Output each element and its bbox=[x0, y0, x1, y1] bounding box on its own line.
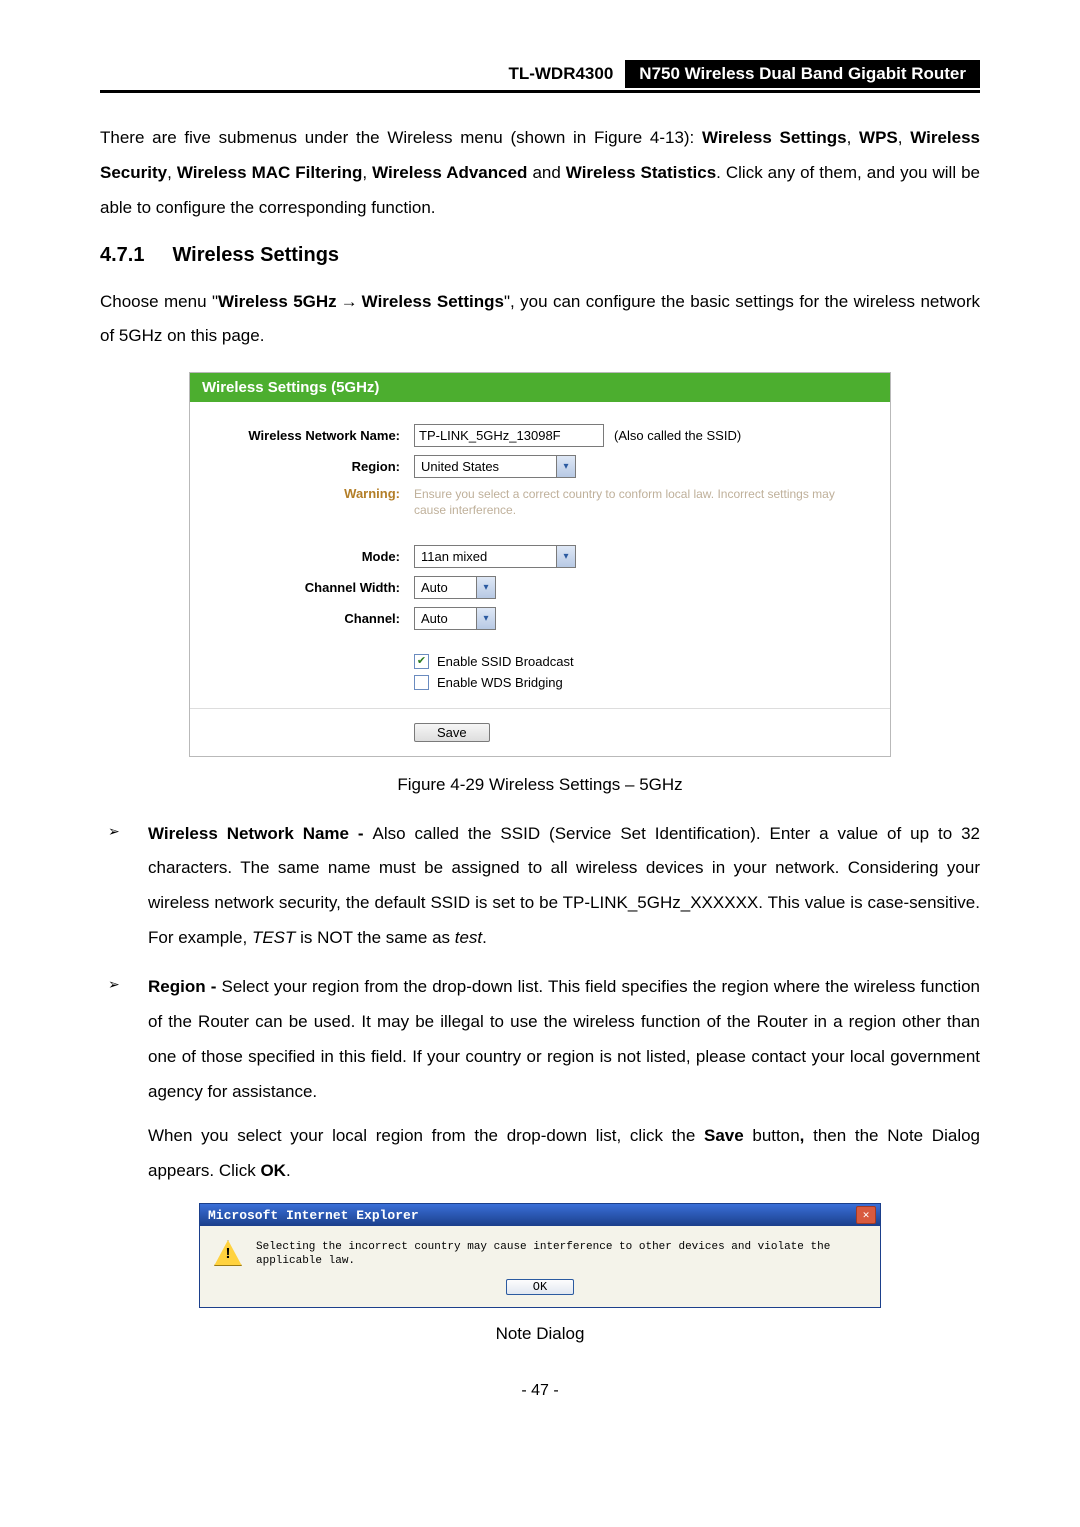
ssid-broadcast-label: Enable SSID Broadcast bbox=[437, 654, 574, 669]
arrow-icon: → bbox=[337, 292, 362, 311]
chevron-down-icon: ▾ bbox=[476, 577, 495, 598]
intro-bold-statistics: Wireless Statistics bbox=[566, 163, 716, 182]
intro-bold-advanced: Wireless Advanced bbox=[372, 163, 527, 182]
warning-text: Ensure you select a correct country to c… bbox=[414, 486, 870, 518]
choose-b1: Wireless 5GHz bbox=[218, 292, 337, 311]
panel-title: Wireless Settings (5GHz) bbox=[190, 373, 890, 402]
mode-select-value: 11an mixed bbox=[415, 549, 556, 564]
label-warning: Warning: bbox=[210, 486, 414, 501]
intro-bold-wireless-settings: Wireless Settings bbox=[702, 128, 847, 147]
section-number: 4.7.1 bbox=[100, 244, 144, 267]
bullet2-sub-b: button bbox=[744, 1126, 800, 1145]
region-select[interactable]: United States ▾ bbox=[414, 455, 576, 478]
section-title: Wireless Settings bbox=[172, 244, 339, 266]
page-number: - 47 - bbox=[100, 1382, 980, 1400]
page-header: TL-WDR4300 N750 Wireless Dual Band Gigab… bbox=[100, 60, 980, 93]
save-button[interactable]: Save bbox=[414, 723, 490, 742]
intro-sep: , bbox=[167, 163, 177, 182]
bullet2-text: Select your region from the drop-down li… bbox=[148, 977, 980, 1101]
ssid-broadcast-checkbox[interactable]: ✔ bbox=[414, 654, 429, 669]
bullet2-sub-save: Save bbox=[704, 1126, 744, 1145]
panel-divider bbox=[190, 708, 890, 709]
network-name-input[interactable] bbox=[414, 424, 604, 447]
choose-menu-paragraph: Choose menu "Wireless 5GHz→Wireless Sett… bbox=[100, 285, 980, 355]
intro-text: There are five submenus under the Wirele… bbox=[100, 128, 702, 147]
bullet1-text-c: . bbox=[482, 928, 487, 947]
bullet1-title: Wireless Network Name - bbox=[148, 824, 373, 843]
section-heading: 4.7.1 Wireless Settings bbox=[100, 244, 980, 267]
label-region: Region: bbox=[210, 459, 414, 474]
bullet2-sub-paragraph: When you select your local region from t… bbox=[148, 1119, 980, 1189]
label-channel-width: Channel Width: bbox=[210, 580, 414, 595]
figure-caption: Figure 4-29 Wireless Settings – 5GHz bbox=[100, 775, 980, 795]
bullet-region: Region - Select your region from the dro… bbox=[100, 970, 980, 1189]
label-channel: Channel: bbox=[210, 611, 414, 626]
bullet2-title: Region - bbox=[148, 977, 221, 996]
intro-paragraph: There are five submenus under the Wirele… bbox=[100, 121, 980, 226]
intro-bold-wps: WPS bbox=[859, 128, 898, 147]
channel-select[interactable]: Auto ▾ bbox=[414, 607, 496, 630]
mode-select[interactable]: 11an mixed ▾ bbox=[414, 545, 576, 568]
bullet2-sub-ok: OK bbox=[260, 1161, 286, 1180]
dialog-ok-button[interactable]: OK bbox=[506, 1279, 574, 1295]
chevron-down-icon: ▾ bbox=[476, 608, 495, 629]
bullet1-italic-test-upper: TEST bbox=[252, 928, 295, 947]
header-model: TL-WDR4300 bbox=[496, 60, 625, 88]
intro-sep: and bbox=[527, 163, 565, 182]
bullet-wireless-network-name: Wireless Network Name - Also called the … bbox=[100, 817, 980, 956]
wireless-settings-panel: Wireless Settings (5GHz) Wireless Networ… bbox=[189, 372, 891, 756]
header-product: N750 Wireless Dual Band Gigabit Router bbox=[625, 60, 980, 88]
choose-a: Choose menu " bbox=[100, 292, 218, 311]
close-icon[interactable]: ✕ bbox=[856, 1206, 876, 1224]
channel-value: Auto bbox=[415, 611, 476, 626]
intro-bold-mac: Wireless MAC Filtering bbox=[177, 163, 363, 182]
dialog-title: Microsoft Internet Explorer bbox=[208, 1208, 419, 1223]
channel-width-value: Auto bbox=[415, 580, 476, 595]
wds-bridging-checkbox[interactable] bbox=[414, 675, 429, 690]
choose-b2: Wireless Settings bbox=[362, 292, 504, 311]
bullet2-sub-a: When you select your local region from t… bbox=[148, 1126, 704, 1145]
intro-sep: , bbox=[362, 163, 372, 182]
bullet1-text-b: is NOT the same as bbox=[295, 928, 454, 947]
channel-width-select[interactable]: Auto ▾ bbox=[414, 576, 496, 599]
ssid-note: (Also called the SSID) bbox=[614, 428, 741, 443]
label-mode: Mode: bbox=[210, 549, 414, 564]
label-network-name: Wireless Network Name: bbox=[210, 428, 414, 443]
note-dialog-caption: Note Dialog bbox=[100, 1324, 980, 1344]
chevron-down-icon: ▾ bbox=[556, 456, 575, 477]
intro-sep: , bbox=[898, 128, 910, 147]
wds-bridging-label: Enable WDS Bridging bbox=[437, 675, 563, 690]
ie-dialog: Microsoft Internet Explorer ✕ ! Selectin… bbox=[199, 1203, 881, 1308]
warning-icon: ! bbox=[214, 1240, 242, 1266]
dialog-message: Selecting the incorrect country may caus… bbox=[256, 1240, 866, 1269]
bullet1-italic-test-lower: test bbox=[455, 928, 482, 947]
region-select-value: United States bbox=[415, 459, 556, 474]
intro-sep: , bbox=[847, 128, 859, 147]
chevron-down-icon: ▾ bbox=[556, 546, 575, 567]
bullet2-sub-d: . bbox=[286, 1161, 291, 1180]
